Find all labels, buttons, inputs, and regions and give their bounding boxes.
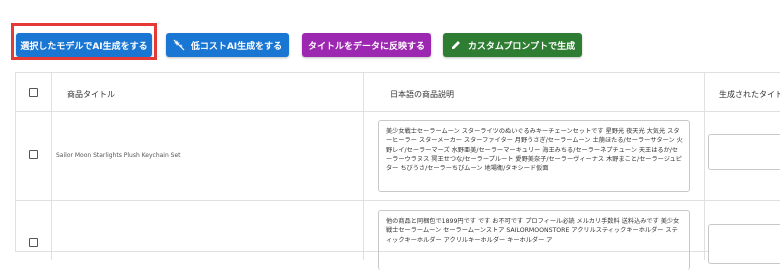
generated-title-input[interactable] xyxy=(708,224,780,264)
reflect-title-button[interactable]: タイトルをデータに反映する xyxy=(302,33,431,57)
product-title: Sailor Moon Starlights Plush Keychain Se… xyxy=(56,152,181,159)
low-cost-label: 低コストAI生成をする xyxy=(190,41,283,52)
column-header-generated-title: 生成されたタイト xyxy=(719,90,780,99)
pencil-icon xyxy=(450,39,462,51)
row-checkbox-cell xyxy=(16,111,52,200)
custom-prompt-label: カスタムプロンプトで生成 xyxy=(467,41,576,52)
select-all-checkbox[interactable] xyxy=(29,88,38,97)
sparkle-off-icon xyxy=(173,39,185,51)
row-checkbox[interactable] xyxy=(29,150,38,159)
table-header-row: 商品タイトル 日本語の商品説明 生成されたタイト xyxy=(16,73,780,112)
low-cost-generate-button[interactable]: 低コストAI生成をする xyxy=(166,33,289,57)
product-table: 商品タイトル 日本語の商品説明 生成されたタイト Sailor Moon Sta… xyxy=(15,72,780,270)
reflect-title-label: タイトルをデータに反映する xyxy=(307,41,425,52)
custom-prompt-button[interactable]: カスタムプロンプトで生成 xyxy=(443,33,582,57)
row-checkbox-cell xyxy=(16,200,52,260)
description-textarea[interactable]: 他の商品と同梱包で1899円です です お不可です プロフィール必読 メルカリ手… xyxy=(378,210,690,270)
header-generated-cell: 生成されたタイト xyxy=(705,73,780,111)
description-textarea[interactable]: 美少女戦士セーラームーン スターライツのぬいぐるみキーチェーンセットです 星野光… xyxy=(378,120,690,192)
toolbar: 選択したモデルでAI生成をする 低コストAI生成をする タイトルをデータに反映す… xyxy=(0,0,780,80)
row-checkbox[interactable] xyxy=(29,238,38,247)
highlight-outline xyxy=(11,23,157,60)
column-header-title: 商品タイトル xyxy=(67,90,115,99)
table-row: 他の商品と同梱包で1899円です です お不可です プロフィール必読 メルカリ手… xyxy=(16,200,780,270)
header-checkbox-cell xyxy=(16,73,52,111)
column-header-description: 日本語の商品説明 xyxy=(390,90,454,99)
row-title-cell xyxy=(52,200,364,260)
table-row: Sailor Moon Starlights Plush Keychain Se… xyxy=(16,111,780,201)
header-description-cell: 日本語の商品説明 xyxy=(364,73,705,111)
generated-title-input[interactable] xyxy=(708,134,780,170)
header-title-cell: 商品タイトル xyxy=(52,73,364,111)
row-title-cell: Sailor Moon Starlights Plush Keychain Se… xyxy=(52,111,364,200)
